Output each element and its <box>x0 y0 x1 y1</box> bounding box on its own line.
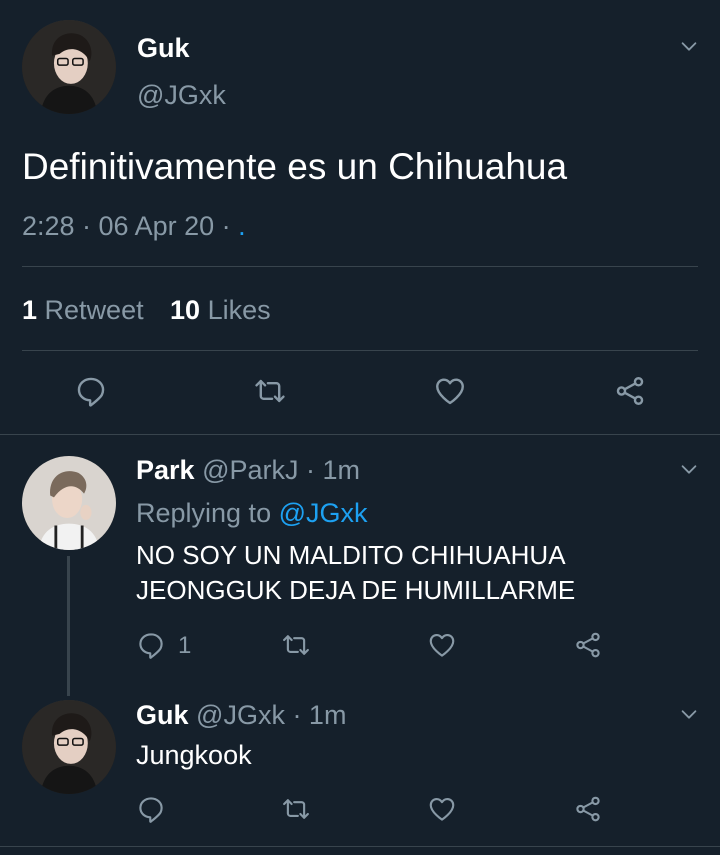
author-handle[interactable]: @JGxk <box>137 80 226 111</box>
chevron-down-icon[interactable] <box>678 703 700 725</box>
retweet-label: Retweet <box>44 295 144 325</box>
divider <box>0 434 720 435</box>
retweet-icon[interactable] <box>281 794 311 824</box>
divider <box>22 266 698 267</box>
reply-icon[interactable] <box>74 374 108 408</box>
chevron-down-icon[interactable] <box>678 458 700 480</box>
like-count: 10 <box>170 295 201 325</box>
tweet-text: Definitivamente es un Chihuahua <box>22 146 568 187</box>
reply-text: Jungkook <box>136 740 252 770</box>
heart-icon[interactable] <box>427 794 457 824</box>
heart-icon[interactable] <box>427 630 457 660</box>
replying-to: Replying to @JGxk <box>136 498 368 529</box>
divider <box>0 846 720 847</box>
share-icon[interactable] <box>573 630 603 660</box>
reply-display-name[interactable]: Guk <box>136 700 189 730</box>
retweet-icon[interactable] <box>281 630 311 660</box>
reply-handle-time[interactable]: @JGxk · 1m <box>196 700 346 730</box>
avatar[interactable] <box>22 20 116 114</box>
tweet-timestamp: 2:28 · 06 Apr 20 · . <box>22 211 246 242</box>
avatar[interactable] <box>22 700 116 794</box>
retweet-count: 1 <box>22 295 38 325</box>
reply-display-name[interactable]: Park <box>136 455 195 485</box>
thread-line <box>67 556 70 696</box>
reply-count: 1 <box>178 632 192 659</box>
like-stat[interactable]: 10 Likes <box>170 295 271 326</box>
reply-header: Guk @JGxk · 1m <box>136 700 346 731</box>
heart-icon[interactable] <box>433 374 467 408</box>
timestamp-text: 2:28 · 06 Apr 20 · <box>22 211 239 241</box>
replying-handle-link[interactable]: @JGxk <box>279 498 368 528</box>
reply-header: Park @ParkJ · 1m <box>136 455 360 486</box>
source-link[interactable]: . <box>238 211 246 241</box>
replying-prefix: Replying to <box>136 498 279 528</box>
like-label: Likes <box>207 295 271 325</box>
reply-text-line-1: NO SOY UN MALDITO CHIHUAHUA <box>136 540 566 570</box>
reply-icon[interactable] <box>136 794 166 824</box>
share-icon[interactable] <box>613 374 647 408</box>
share-icon[interactable] <box>573 794 603 824</box>
retweet-icon[interactable] <box>253 374 287 408</box>
avatar[interactable] <box>22 456 116 550</box>
reply-text-line-2: JEONGGUK DEJA DE HUMILLARME <box>136 575 576 605</box>
divider <box>22 350 698 351</box>
author-display-name[interactable]: Guk <box>137 33 190 64</box>
reply-icon[interactable] <box>136 630 166 660</box>
chevron-down-icon[interactable] <box>678 35 700 57</box>
retweet-stat[interactable]: 1 Retweet <box>22 295 144 326</box>
reply-handle-time[interactable]: @ParkJ · 1m <box>202 455 360 485</box>
